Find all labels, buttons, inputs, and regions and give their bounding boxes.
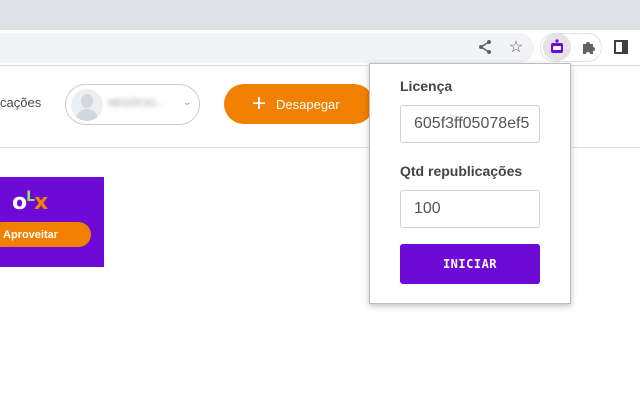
promo-banner[interactable]: oLx Aproveitar [0, 177, 104, 267]
puzzle-extensions-icon[interactable] [579, 37, 599, 57]
robot-icon [551, 39, 563, 53]
start-button[interactable]: INICIAR [400, 244, 540, 284]
chevron-down-icon: ⌄ [183, 97, 192, 108]
desapegar-button[interactable]: + Desapegar [224, 84, 374, 124]
extension-popup: Licença 605f3ff05078ef5 Qtd republicaçõe… [369, 63, 571, 304]
side-panel-icon[interactable] [611, 37, 631, 57]
browser-tab-strip [0, 0, 640, 30]
browser-toolbar: ☆ [0, 30, 640, 66]
license-label: Licença [400, 78, 453, 94]
qty-label: Qtd republicações [400, 163, 523, 179]
aproveitar-button[interactable]: Aproveitar [0, 222, 91, 247]
avatar [71, 89, 103, 121]
qty-input[interactable]: 100 [400, 190, 540, 228]
license-input[interactable]: 605f3ff05078ef5 [400, 105, 540, 143]
share-icon[interactable] [475, 37, 495, 57]
bookmark-star-icon[interactable]: ☆ [506, 37, 526, 57]
user-name: NEGÓCIO... [108, 98, 164, 109]
nav-link-publicacoes[interactable]: cações [0, 95, 41, 110]
address-bar[interactable] [0, 33, 534, 63]
desapegar-label: Desapegar [276, 96, 340, 112]
robot-extension-button[interactable] [543, 33, 571, 61]
plus-icon: + [252, 90, 267, 117]
olx-logo: oLx [12, 189, 48, 215]
user-menu[interactable]: NEGÓCIO... ⌄ [65, 84, 200, 125]
